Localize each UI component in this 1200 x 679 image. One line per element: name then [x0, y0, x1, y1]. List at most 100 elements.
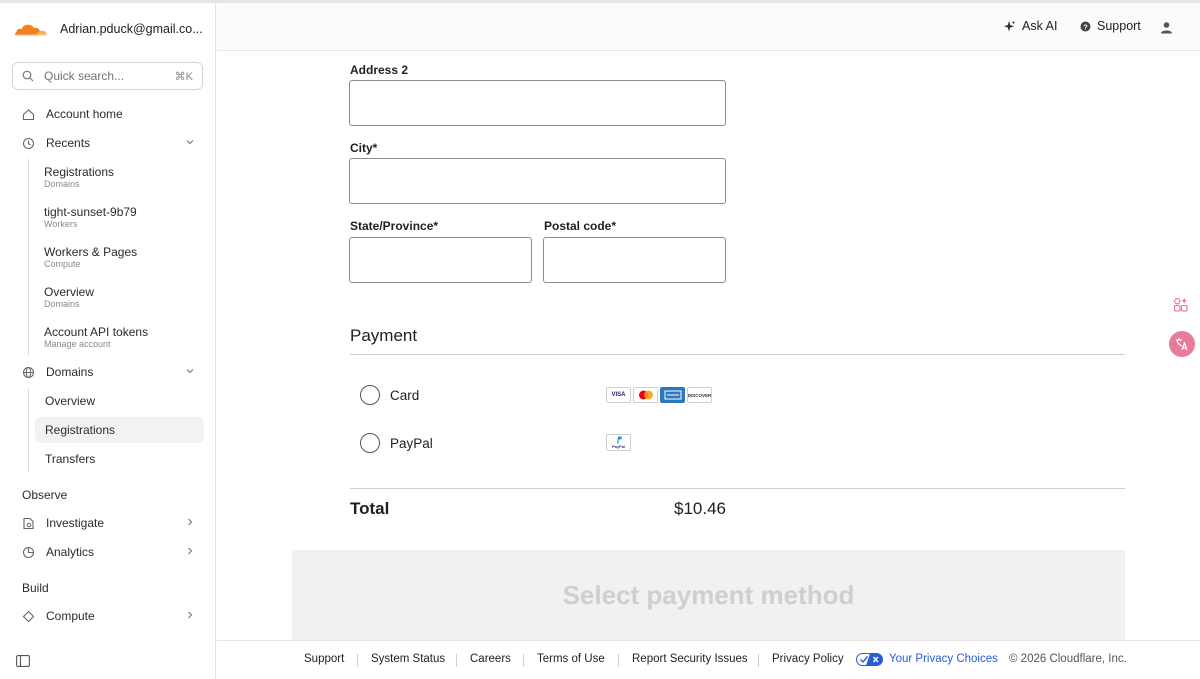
footer-link-terms[interactable]: Terms of Use: [537, 653, 605, 665]
recent-item-title: tight-sunset-9b79: [44, 205, 137, 219]
address2-input[interactable]: [349, 80, 726, 126]
chevron-right-icon: [188, 547, 193, 555]
sidebar-item-label: Registrations: [45, 423, 116, 437]
recent-item[interactable]: tight-sunset-9b79 Workers: [35, 205, 204, 230]
card-radio[interactable]: [360, 385, 380, 405]
footer-link-privacy-policy[interactable]: Privacy Policy: [772, 653, 844, 665]
recent-item[interactable]: Overview Domains: [35, 285, 204, 310]
apps-grid-icon: [1173, 298, 1188, 312]
recent-item-subtitle: Domains: [44, 299, 80, 309]
sidebar-item-label: Overview: [45, 394, 96, 408]
recent-item[interactable]: Registrations Domains: [35, 165, 204, 190]
total-label: Total: [350, 499, 390, 518]
copyright-text: © 2026 Cloudflare, Inc.: [1009, 653, 1127, 665]
sidebar-item-label: Compute: [46, 609, 95, 623]
user-icon[interactable]: [1160, 21, 1173, 34]
state-input[interactable]: [349, 237, 532, 283]
cloudflare-logo-icon: [15, 24, 47, 36]
recent-item[interactable]: Workers & Pages Compute: [35, 245, 204, 270]
postal-code-input[interactable]: [543, 237, 726, 283]
chevron-down-icon: [186, 140, 194, 145]
sidebar: Adrian.pduck@gmail.co... Quick search...…: [0, 3, 216, 679]
recent-item-title: Workers & Pages: [44, 245, 138, 259]
section-label-build: Build: [22, 581, 49, 595]
footer-link-careers[interactable]: Careers: [470, 653, 511, 665]
footer-separator: [758, 654, 759, 667]
sidebar-item-domains-transfers[interactable]: Transfers: [35, 446, 204, 472]
payment-heading: Payment: [350, 326, 418, 345]
paypal-radio[interactable]: [360, 433, 380, 453]
quick-search[interactable]: Quick search... ⌘K: [12, 62, 203, 90]
search-shortcut: ⌘K: [174, 70, 193, 83]
chevron-right-icon: [188, 611, 193, 619]
sidebar-item-domains-overview[interactable]: Overview: [35, 388, 204, 414]
recent-item-subtitle: Manage account: [44, 339, 111, 349]
recent-item-subtitle: Compute: [44, 259, 81, 269]
support-label: Support: [1097, 19, 1141, 33]
apps-widget-button[interactable]: [1168, 292, 1194, 318]
translate-icon: [1176, 338, 1188, 351]
visa-logo-icon: VISA: [606, 387, 631, 403]
paypal-logo-icon: PayPal: [606, 434, 631, 451]
card-brand-logos: VISA DISCOVER: [606, 387, 712, 403]
home-icon: [22, 108, 35, 121]
recent-item-title: Account API tokens: [44, 325, 149, 339]
help-icon: ?: [1080, 21, 1091, 31]
recent-item-title: Overview: [44, 285, 95, 299]
chevron-right-icon: [188, 518, 193, 526]
paypal-option-label: PayPal: [390, 436, 433, 451]
state-label: State/Province*: [350, 219, 439, 233]
sidebar-item-label: Domains: [46, 365, 94, 379]
top-header: Ask AI ? Support: [217, 3, 1200, 51]
support-button[interactable]: ? Support: [1080, 19, 1141, 33]
footer-separator: [357, 654, 358, 667]
sidebar-item-investigate[interactable]: Investigate: [12, 510, 204, 536]
main-content: Address 2 City* State/Province* Postal c…: [217, 52, 1200, 640]
sidebar-item-domains[interactable]: Domains: [12, 359, 204, 385]
footer-separator: [523, 654, 524, 667]
sidebar-item-label: Transfers: [45, 452, 96, 466]
account-switcher[interactable]: Adrian.pduck@gmail.co...: [12, 17, 208, 41]
footer-link-report-security[interactable]: Report Security Issues: [632, 653, 748, 665]
city-input[interactable]: [349, 158, 726, 204]
mastercard-logo-icon: [633, 387, 658, 403]
footer-link-system-status[interactable]: System Status: [371, 653, 445, 665]
chevron-down-icon: [186, 369, 194, 374]
footer-separator: [456, 654, 457, 667]
history-icon: [22, 137, 35, 150]
sidebar-item-analytics[interactable]: Analytics: [12, 539, 204, 565]
sidebar-item-label: Recents: [46, 136, 91, 150]
translate-widget-button[interactable]: [1169, 331, 1195, 357]
divider: [350, 488, 1125, 489]
investigate-icon: [22, 517, 35, 530]
compute-icon: [22, 610, 35, 623]
your-privacy-choices-link[interactable]: Your Privacy Choices: [889, 653, 998, 665]
section-label-observe: Observe: [22, 488, 68, 502]
recent-item[interactable]: Account API tokens Manage account: [35, 325, 204, 350]
sidebar-item-domains-registrations[interactable]: Registrations: [35, 417, 204, 443]
search-placeholder: Quick search...: [44, 69, 125, 83]
sidebar-item-label: Analytics: [46, 545, 95, 559]
sidebar-item-compute[interactable]: Compute: [12, 603, 204, 629]
select-payment-method-label: Select payment method: [562, 579, 855, 610]
footer: Support System Status Careers Terms of U…: [217, 640, 1200, 679]
sidebar-item-account-home[interactable]: Account home: [12, 101, 204, 127]
recent-item-title: Registrations: [44, 165, 115, 179]
search-icon: [22, 70, 34, 82]
address2-label: Address 2: [350, 63, 409, 77]
footer-link-support[interactable]: Support: [304, 653, 344, 665]
city-label: City*: [350, 141, 378, 155]
recent-item-subtitle: Workers: [44, 219, 78, 229]
footer-separator: [618, 654, 619, 667]
privacy-toggle-icon: [856, 653, 883, 666]
sidebar-toggle-icon[interactable]: [16, 655, 30, 667]
account-email: Adrian.pduck@gmail.co...: [60, 22, 203, 36]
postal-code-label: Postal code*: [544, 219, 617, 233]
sidebar-item-recents[interactable]: Recents: [12, 130, 204, 156]
card-option-label: Card: [390, 388, 420, 403]
recent-item-subtitle: Domains: [44, 179, 80, 189]
select-payment-method-button[interactable]: Select payment method: [292, 550, 1125, 640]
ask-ai-button[interactable]: Ask AI: [1003, 19, 1057, 33]
tree-line: [28, 388, 29, 472]
sidebar-item-label: Account home: [46, 107, 123, 121]
